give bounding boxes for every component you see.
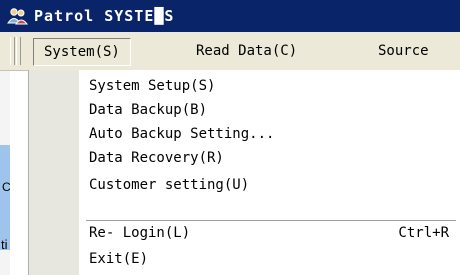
menu-item-label: Customer setting(U) xyxy=(89,177,250,193)
window-title: Patrol SYSTE█S xyxy=(34,7,175,25)
menu-item-label: Re- Login(L) xyxy=(89,225,191,241)
menu-bar: System(S) Read Data(C) Source xyxy=(0,32,460,71)
menu-system[interactable]: System(S) xyxy=(33,38,131,66)
system-menu-dropdown: System Setup(S) Data Backup(B) Auto Back… xyxy=(28,70,460,275)
menu-item-shortcut: Ctrl+R xyxy=(398,225,449,241)
menu-item-re-login[interactable]: Re- Login(L) Ctrl+R xyxy=(89,221,449,245)
toolbar-grip[interactable] xyxy=(10,37,15,65)
menu-source[interactable]: Source xyxy=(378,38,429,64)
menu-item-system-setup[interactable]: System Setup(S) xyxy=(89,74,449,98)
background-text-fragment: ti xyxy=(1,237,8,252)
menu-item-customer-setting[interactable]: Customer setting(U) xyxy=(89,173,449,197)
menu-gutter xyxy=(29,70,79,275)
menu-item-exit[interactable]: Exit(E) xyxy=(89,247,449,271)
menu-item-label: System Setup(S) xyxy=(89,78,216,94)
menu-item-data-recovery[interactable]: Data Recovery(R) xyxy=(89,146,449,170)
menu-item-data-backup[interactable]: Data Backup(B) xyxy=(89,98,449,122)
menu-item-label: Auto Backup Setting... xyxy=(89,126,275,142)
menu-item-label: Data Recovery(R) xyxy=(89,150,224,166)
people-icon xyxy=(7,8,28,25)
menu-item-label: Exit(E) xyxy=(89,251,149,267)
side-panel xyxy=(0,145,10,250)
menu-item-auto-backup-setting[interactable]: Auto Backup Setting... xyxy=(89,122,449,146)
menu-read-data[interactable]: Read Data(C) xyxy=(196,38,297,64)
toolbar-grip[interactable] xyxy=(16,37,21,65)
menu-item-label: Data Backup(B) xyxy=(89,102,208,118)
background-text-fragment: C xyxy=(2,180,11,194)
title-bar: Patrol SYSTE█S xyxy=(0,0,460,32)
